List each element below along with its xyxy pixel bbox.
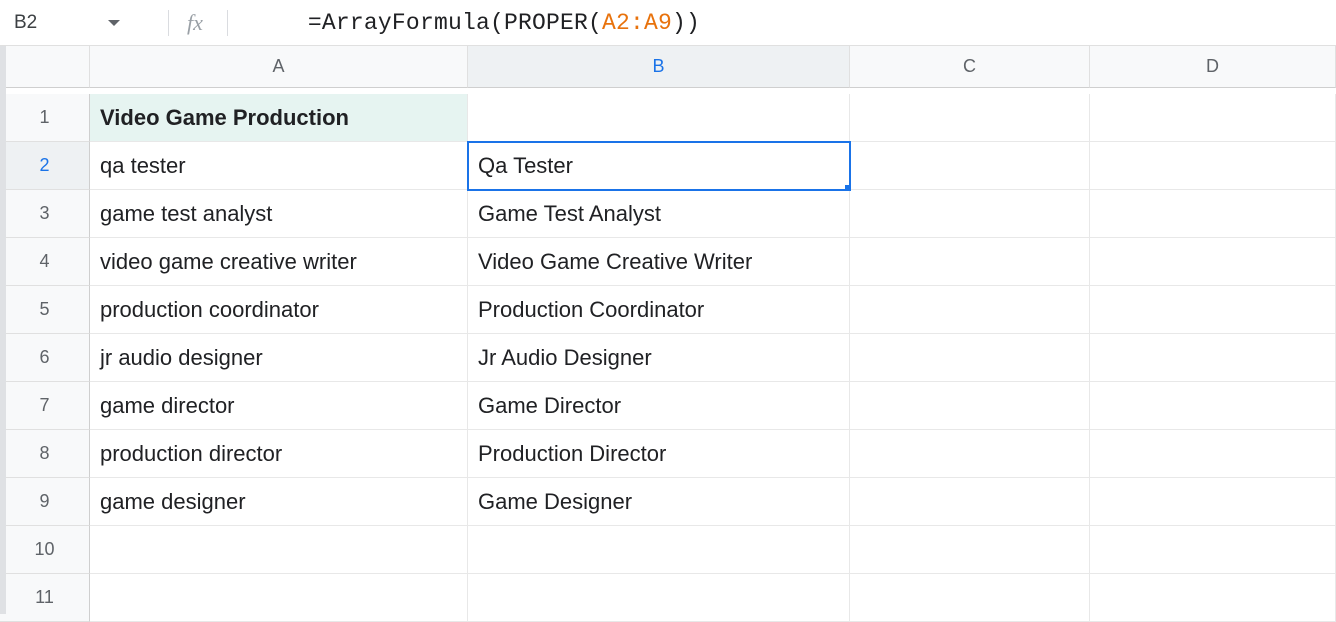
cell-D5[interactable] — [1090, 286, 1336, 334]
name-box[interactable]: B2 — [0, 0, 130, 45]
formula-part: ( — [490, 10, 504, 36]
cell-D2[interactable] — [1090, 142, 1336, 190]
formula-part: ( — [588, 10, 602, 36]
cell-B10[interactable] — [468, 526, 850, 574]
cell-B4[interactable]: Video Game Creative Writer — [468, 238, 850, 286]
select-all-corner[interactable] — [0, 46, 90, 88]
cell-A6[interactable]: jr audio designer — [90, 334, 468, 382]
row-header-5[interactable]: 5 — [0, 286, 90, 334]
divider — [227, 10, 228, 36]
left-gutter — [0, 46, 6, 614]
name-box-value: B2 — [14, 12, 37, 34]
cell-A11[interactable] — [90, 574, 468, 622]
cell-D8[interactable] — [1090, 430, 1336, 478]
cell-C7[interactable] — [850, 382, 1090, 430]
formula-part: = — [308, 10, 322, 36]
cell-B11[interactable] — [468, 574, 850, 622]
row-header-4[interactable]: 4 — [0, 238, 90, 286]
cell-C4[interactable] — [850, 238, 1090, 286]
cell-A8[interactable]: production director — [90, 430, 468, 478]
row-header-9[interactable]: 9 — [0, 478, 90, 526]
cell-C10[interactable] — [850, 526, 1090, 574]
formula-bar: B2 fx =ArrayFormula(PROPER(A2:A9)) — [0, 0, 1336, 46]
cell-B7[interactable]: Game Director — [468, 382, 850, 430]
cell-B9[interactable]: Game Designer — [468, 478, 850, 526]
cell-C2[interactable] — [850, 142, 1090, 190]
row-header-1[interactable]: 1 — [0, 94, 90, 142]
column-header-C[interactable]: C — [850, 46, 1090, 88]
cell-A5[interactable]: production coordinator — [90, 286, 468, 334]
cell-D1[interactable] — [1090, 94, 1336, 142]
cell-B5[interactable]: Production Coordinator — [468, 286, 850, 334]
formula-part: ) — [672, 10, 686, 36]
cell-B8[interactable]: Production Director — [468, 430, 850, 478]
formula-part: ArrayFormula — [322, 10, 490, 36]
column-header-A[interactable]: A — [90, 46, 468, 88]
cell-D10[interactable] — [1090, 526, 1336, 574]
name-box-dropdown-icon[interactable] — [108, 20, 120, 26]
row-header-11[interactable]: 11 — [0, 574, 90, 622]
column-header-D[interactable]: D — [1090, 46, 1336, 88]
spreadsheet-grid: A B C D 1 Video Game Production 2 qa tes… — [0, 46, 1336, 622]
cell-D9[interactable] — [1090, 478, 1336, 526]
cell-B2[interactable]: Qa Tester — [467, 141, 851, 191]
cell-A1[interactable]: Video Game Production — [90, 94, 468, 142]
row-header-10[interactable]: 10 — [0, 526, 90, 574]
row-header-6[interactable]: 6 — [0, 334, 90, 382]
cell-B1[interactable] — [468, 94, 850, 142]
cell-A10[interactable] — [90, 526, 468, 574]
cell-D3[interactable] — [1090, 190, 1336, 238]
cell-A7[interactable]: game director — [90, 382, 468, 430]
divider — [168, 10, 169, 36]
fx-icon: fx — [187, 10, 203, 36]
formula-part: PROPER — [504, 10, 588, 36]
cell-C6[interactable] — [850, 334, 1090, 382]
row-header-3[interactable]: 3 — [0, 190, 90, 238]
cell-A3[interactable]: game test analyst — [90, 190, 468, 238]
cell-A9[interactable]: game designer — [90, 478, 468, 526]
cell-C5[interactable] — [850, 286, 1090, 334]
formula-part: ) — [686, 10, 700, 36]
cell-D6[interactable] — [1090, 334, 1336, 382]
cell-A4[interactable]: video game creative writer — [90, 238, 468, 286]
cell-C1[interactable] — [850, 94, 1090, 142]
cell-C3[interactable] — [850, 190, 1090, 238]
formula-range: A2:A9 — [602, 10, 672, 36]
cell-B6[interactable]: Jr Audio Designer — [468, 334, 850, 382]
row-header-8[interactable]: 8 — [0, 430, 90, 478]
cell-C11[interactable] — [850, 574, 1090, 622]
cell-C8[interactable] — [850, 430, 1090, 478]
row-header-7[interactable]: 7 — [0, 382, 90, 430]
cell-B3[interactable]: Game Test Analyst — [468, 190, 850, 238]
column-header-B[interactable]: B — [468, 46, 850, 88]
row-header-2[interactable]: 2 — [0, 142, 90, 190]
cell-A2[interactable]: qa tester — [90, 142, 468, 190]
cell-C9[interactable] — [850, 478, 1090, 526]
cell-D11[interactable] — [1090, 574, 1336, 622]
cell-D7[interactable] — [1090, 382, 1336, 430]
cell-D4[interactable] — [1090, 238, 1336, 286]
